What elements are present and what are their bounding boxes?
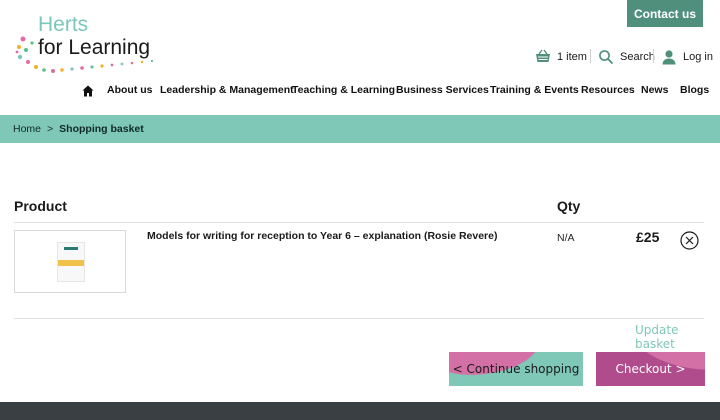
nav-about-us[interactable]: About us (107, 84, 153, 96)
continue-shopping-button[interactable]: < Continue shopping (449, 352, 583, 386)
breadcrumb-separator: > (47, 123, 54, 135)
update-basket-link[interactable]: Update basket (635, 323, 720, 351)
site-logo[interactable]: Herts for Learning (14, 14, 164, 74)
nav-teaching-learning[interactable]: Teaching & Learning (292, 84, 395, 96)
nav-resources[interactable]: Resources (581, 84, 635, 96)
table-divider (14, 318, 704, 319)
continue-shopping-label: < Continue shopping (452, 362, 580, 376)
home-icon[interactable] (82, 85, 94, 97)
site-header: Contact us Herts for Learning 1 item Sea… (0, 0, 720, 114)
login-link[interactable]: Log in (661, 48, 713, 66)
basket-icon (536, 49, 550, 62)
product-title[interactable]: Models for writing for reception to Year… (147, 230, 527, 242)
search-link[interactable]: Search (598, 48, 655, 66)
search-label: Search (620, 51, 655, 63)
product-qty: N/A (557, 232, 575, 244)
logo-text-for-learning: for Learning (38, 36, 151, 59)
logo-text-herts: Herts (38, 13, 89, 36)
nav-blogs[interactable]: Blogs (680, 84, 709, 96)
breadcrumb-bar: Home > Shopping basket (0, 115, 720, 143)
nav-leadership-management[interactable]: Leadership & Management (160, 84, 294, 96)
breadcrumb-home[interactable]: Home (13, 123, 41, 135)
checkout-label: Checkout > (615, 362, 686, 376)
nav-news[interactable]: News (641, 84, 668, 96)
product-thumbnail[interactable] (14, 230, 126, 293)
column-header-product: Product (14, 198, 67, 214)
table-divider (14, 222, 704, 223)
util-divider (590, 49, 591, 63)
main-nav: About us Leadership & Management Teachin… (0, 84, 720, 100)
close-circle-icon[interactable] (680, 231, 699, 250)
column-header-qty: Qty (557, 198, 581, 214)
basket-count: 1 item (557, 51, 587, 63)
contact-us-button[interactable]: Contact us (627, 0, 703, 27)
login-label: Log in (683, 51, 713, 63)
product-price: £25 (636, 229, 660, 245)
breadcrumb-current: Shopping basket (59, 123, 144, 135)
user-icon (662, 50, 676, 65)
breadcrumb: Home > Shopping basket (13, 123, 144, 135)
checkout-button[interactable]: Checkout > (596, 352, 705, 386)
util-divider (653, 49, 654, 63)
search-icon (599, 50, 614, 65)
nav-business-services[interactable]: Business Services (396, 84, 489, 96)
product-cover-image (57, 242, 85, 282)
nav-training-events[interactable]: Training & Events (490, 84, 579, 96)
basket-link[interactable]: 1 item (535, 48, 587, 66)
site-footer (0, 402, 720, 420)
